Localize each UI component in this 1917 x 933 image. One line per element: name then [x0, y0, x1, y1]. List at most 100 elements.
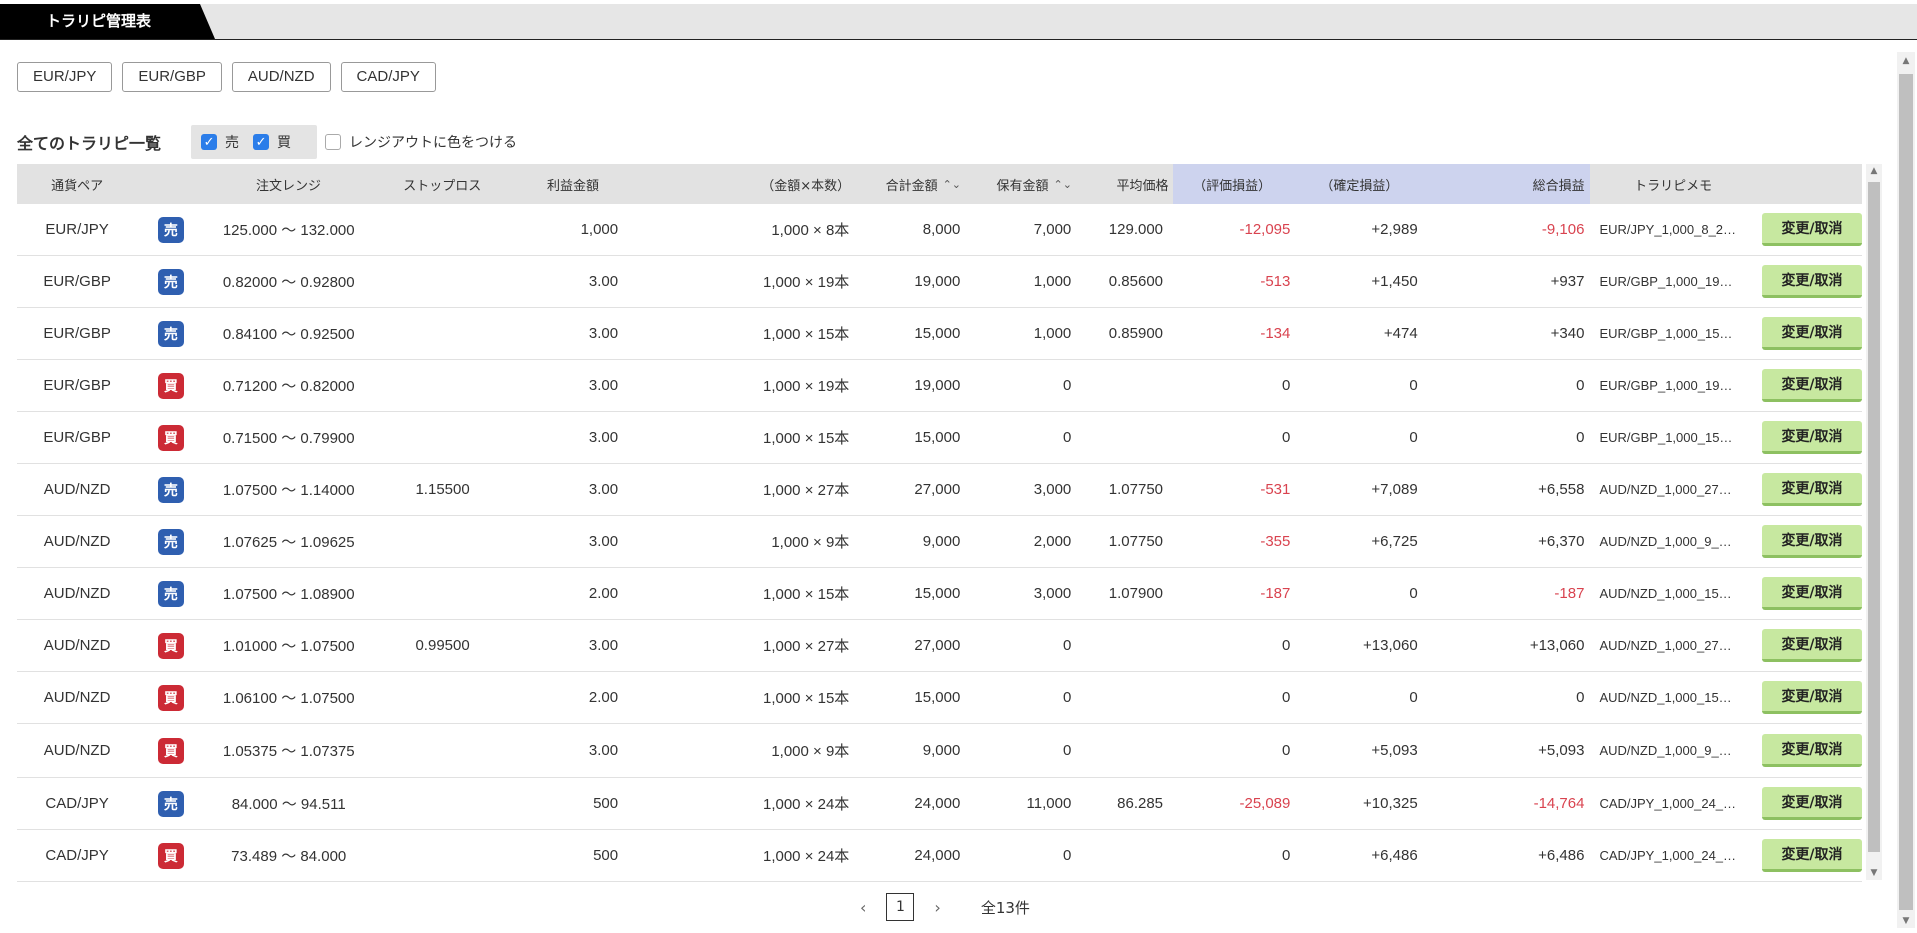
- cell-profit-value: 3.00: [588, 533, 619, 550]
- table-row: AUD/NZD 売 1.07500 〜 1.08900 2.00 1,000 × 15本…: [17, 568, 1862, 620]
- cell-amount-qty: 1,000 × 15本: [628, 427, 859, 448]
- cell-pair-value: AUD/NZD: [43, 585, 111, 602]
- cell-range: 1.05375 〜 1.07375: [205, 740, 373, 761]
- scroll-down-icon[interactable]: ▼: [1898, 916, 1914, 926]
- cell-total: 15,000: [859, 689, 970, 706]
- cell-total-pl: +6,558: [1428, 481, 1590, 498]
- cell-pair: AUD/NZD: [17, 585, 137, 602]
- cell-pair-value: AUD/NZD: [43, 481, 111, 498]
- cell-action: 変更/取消: [1747, 839, 1862, 872]
- edit-cancel-button[interactable]: 変更/取消: [1762, 787, 1862, 820]
- edit-cancel-button[interactable]: 変更/取消: [1762, 577, 1862, 610]
- cell-side: 買: [137, 684, 204, 711]
- cell-eval-pl-value: 0: [1282, 429, 1291, 446]
- cell-fixed-pl: 0: [1300, 689, 1427, 706]
- sell-filter-checkbox[interactable]: ✓: [201, 134, 218, 150]
- scroll-up-icon[interactable]: ▲: [1898, 56, 1914, 66]
- cell-amount-qty: 1,000 × 8本: [628, 219, 859, 240]
- cell-range: 1.07500 〜 1.14000: [205, 479, 373, 500]
- cell-fixed-pl: 0: [1300, 377, 1427, 394]
- cell-side: 買: [137, 372, 204, 399]
- edit-cancel-button[interactable]: 変更/取消: [1762, 421, 1862, 454]
- cell-range-value: 1.07625 〜 1.09625: [222, 534, 355, 551]
- cell-hold: 3,000: [970, 585, 1081, 602]
- edit-cancel-button[interactable]: 変更/取消: [1762, 525, 1862, 558]
- page-number-button[interactable]: 1: [886, 893, 915, 921]
- cell-memo-value: EUR/GBP_1,000_19…: [1599, 274, 1733, 289]
- edit-cancel-button[interactable]: 変更/取消: [1762, 473, 1862, 506]
- sort-icon: ⌃⌄: [942, 177, 962, 191]
- sell-badge: 売: [157, 268, 184, 295]
- edit-cancel-button[interactable]: 変更/取消: [1762, 317, 1862, 350]
- cell-total-pl-value: +13,060: [1529, 637, 1585, 654]
- cell-total-pl: -14,764: [1428, 795, 1590, 812]
- edit-cancel-button[interactable]: 変更/取消: [1762, 839, 1862, 872]
- edit-cancel-button[interactable]: 変更/取消: [1762, 265, 1862, 298]
- cell-total: 24,000: [859, 795, 970, 812]
- cell-fixed-pl-value: +10,325: [1363, 795, 1418, 812]
- prev-page-icon[interactable]: ‹: [860, 898, 866, 917]
- table-row: AUD/NZD 買 1.01000 〜 1.07500 0.99500 3.00 1,00…: [17, 620, 1862, 672]
- cell-memo-value: AUD/NZD_1,000_15…: [1599, 586, 1732, 601]
- cell-total: 8,000: [859, 221, 970, 238]
- cell-eval-pl: 0: [1173, 847, 1300, 864]
- cell-profit: 3.00: [512, 429, 628, 446]
- cell-eval-pl: 0: [1173, 689, 1300, 706]
- cell-hold-value: 7,000: [1033, 221, 1072, 238]
- cell-profit-value: 2.00: [588, 585, 619, 602]
- scroll-down-icon[interactable]: ▼: [1866, 868, 1882, 878]
- edit-cancel-button[interactable]: 変更/取消: [1762, 369, 1862, 402]
- scroll-up-icon[interactable]: ▲: [1866, 166, 1882, 176]
- cell-eval-pl-value: 0: [1282, 689, 1291, 706]
- pair-button-eur-gbp[interactable]: EUR/GBP: [122, 62, 222, 92]
- cell-amount-qty-value: 1,000 × 19本: [762, 378, 850, 395]
- col-header-side: [137, 164, 204, 204]
- pair-button-cad-jpy[interactable]: CAD/JPY: [340, 62, 436, 92]
- cell-side: 買: [137, 842, 204, 869]
- col-header-hold[interactable]: 保有金額 ⌃⌄: [971, 164, 1082, 204]
- page-scrollbar[interactable]: ▲ ▼: [1897, 52, 1915, 928]
- cell-fixed-pl-value: 0: [1409, 377, 1418, 394]
- edit-cancel-button[interactable]: 変更/取消: [1762, 213, 1862, 246]
- table-scrollbar-thumb[interactable]: [1868, 182, 1880, 852]
- edit-cancel-button[interactable]: 変更/取消: [1762, 629, 1862, 662]
- cell-eval-pl: -355: [1173, 533, 1300, 550]
- cell-profit: 2.00: [512, 689, 628, 706]
- cell-side: 売: [137, 476, 204, 503]
- cell-range: 125.000 〜 132.000: [205, 219, 373, 240]
- edit-cancel-button[interactable]: 変更/取消: [1762, 681, 1862, 714]
- next-page-icon[interactable]: ›: [934, 898, 940, 917]
- cell-eval-pl: -12,095: [1173, 221, 1300, 238]
- cell-profit: 500: [512, 847, 628, 864]
- cell-hold: 0: [970, 429, 1081, 446]
- cell-amount-qty: 1,000 × 24本: [628, 845, 859, 866]
- pair-button-aud-nzd[interactable]: AUD/NZD: [231, 62, 331, 92]
- cell-side: 売: [137, 790, 204, 817]
- cell-action: 変更/取消: [1747, 525, 1862, 558]
- table-scrollbar[interactable]: ▲ ▼: [1866, 164, 1882, 880]
- edit-cancel-button[interactable]: 変更/取消: [1762, 734, 1862, 767]
- cell-total-value: 27,000: [914, 481, 961, 498]
- cell-memo: AUD/NZD_1,000_27…: [1589, 482, 1746, 497]
- col-header-hold-label: 保有金額: [996, 178, 1049, 194]
- buy-filter-checkbox[interactable]: ✓: [253, 134, 270, 150]
- cell-amount-qty: 1,000 × 15本: [628, 323, 859, 344]
- cell-range: 1.07625 〜 1.09625: [205, 531, 373, 552]
- tab-tralipi-management[interactable]: トラリピ管理表: [0, 4, 215, 39]
- cell-memo-value: EUR/GBP_1,000_15…: [1599, 326, 1733, 341]
- col-header-fixed-pl: （確定損益）: [1300, 164, 1428, 204]
- cell-profit: 1,000: [512, 221, 628, 238]
- cell-memo: CAD/JPY_1,000_24_…: [1589, 848, 1746, 863]
- range-color-checkbox[interactable]: [325, 134, 342, 150]
- cell-amount-qty-value: 1,000 × 15本: [762, 690, 850, 707]
- cell-action: 変更/取消: [1747, 577, 1862, 610]
- page-scrollbar-thumb[interactable]: [1899, 74, 1913, 910]
- cell-memo-value: AUD/NZD_1,000_27…: [1599, 482, 1732, 497]
- cell-hold: 0: [970, 847, 1081, 864]
- buy-filter-label: 買: [277, 135, 292, 151]
- buy-badge: 買: [157, 842, 184, 869]
- cell-pair-value: CAD/JPY: [45, 795, 109, 812]
- col-header-total[interactable]: 合計金額 ⌃⌄: [860, 164, 971, 204]
- pair-button-eur-jpy[interactable]: EUR/JPY: [17, 62, 113, 92]
- cell-action: 変更/取消: [1747, 734, 1862, 767]
